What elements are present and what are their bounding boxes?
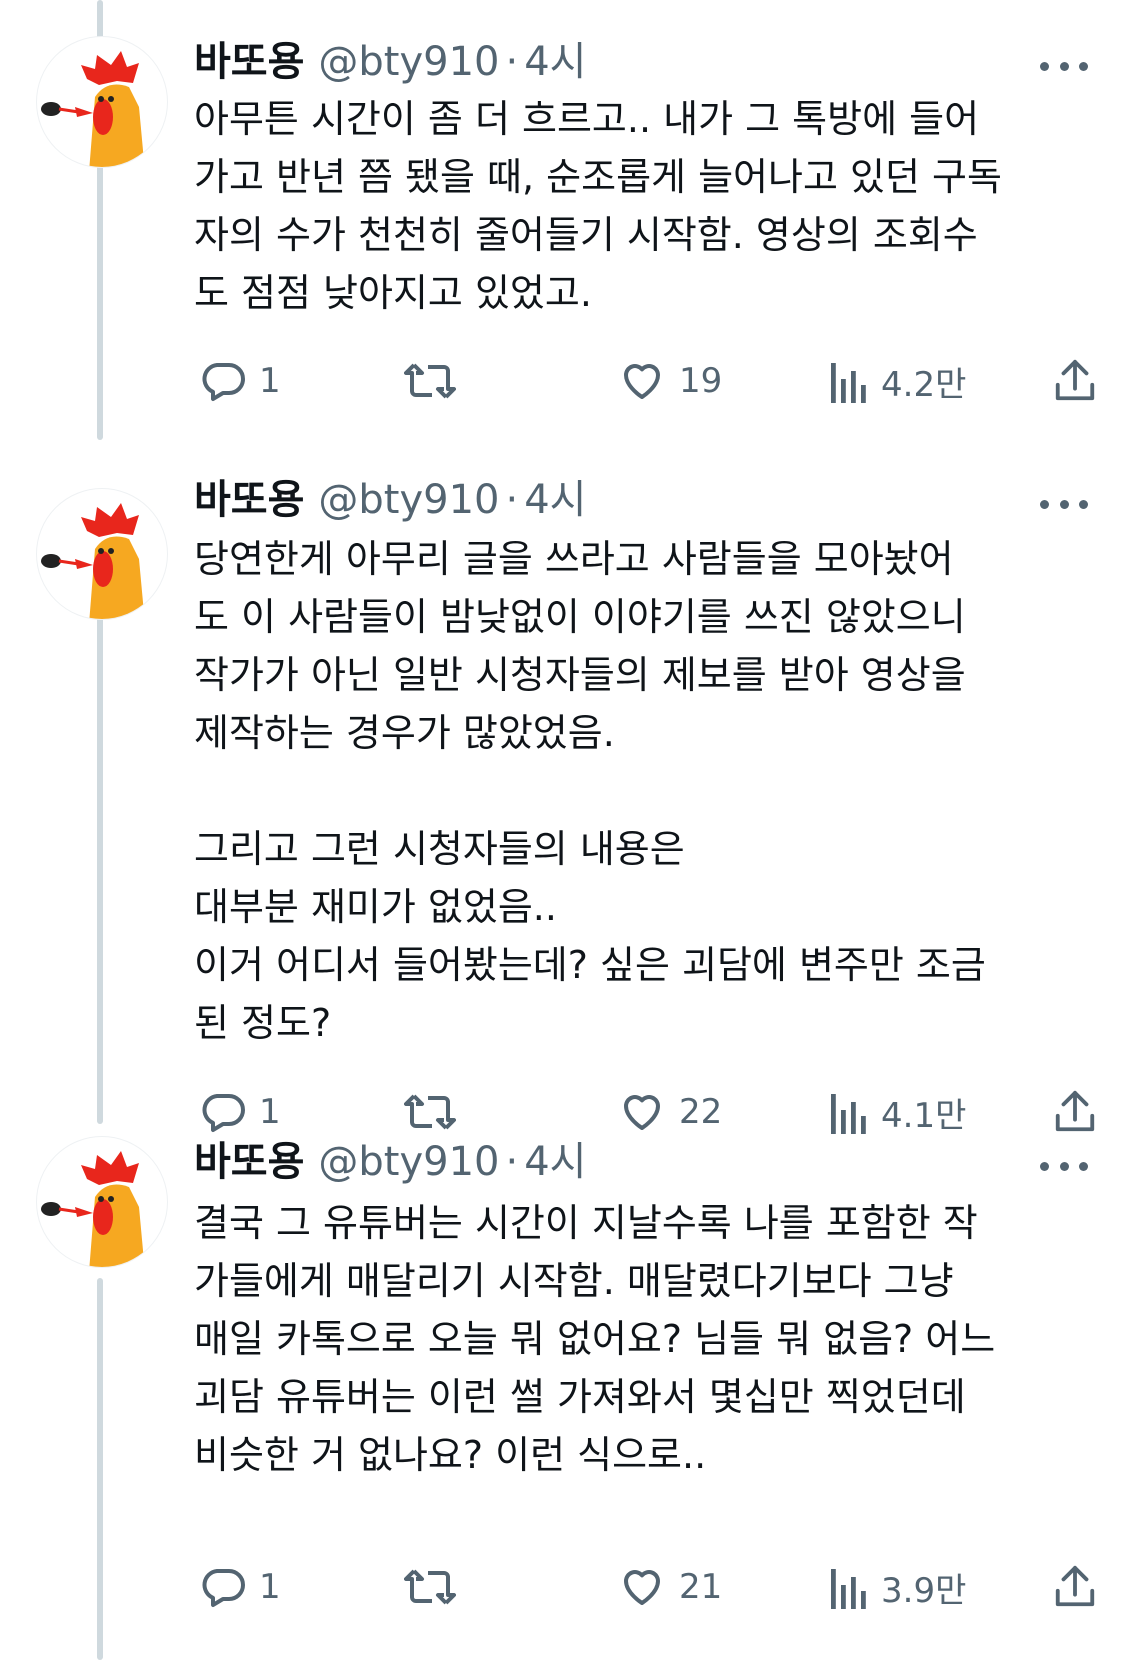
retweet-button[interactable]	[404, 351, 468, 411]
text-line: 대부분 재미가 없었음..	[194, 885, 557, 929]
reply-icon	[202, 363, 245, 401]
rooster-avatar-image	[41, 1151, 145, 1267]
text-line: 이거 어디서 들어봤는데? 싶은 괴담에 변주만 조금	[194, 943, 986, 987]
timestamp[interactable]: 4시	[524, 472, 586, 528]
display-name[interactable]: 바또용	[194, 472, 304, 528]
reply-count: 1	[259, 1567, 281, 1607]
text-line: 당연한게 아무리 글을 쓰라고 사람들을 모아놨어	[194, 537, 954, 581]
tweet-text: 아무튼 시간이 좀 더 흐르고.. 내가 그 톡방에 들어 가고 반년 쯤 됐을…	[194, 90, 1094, 322]
text-line: 결국 그 유튜버는 시간이 지날수록 나를 포함한 작	[194, 1201, 978, 1245]
text-line: 가고 반년 쯤 됐을 때, 순조롭게 늘어나고 있던 구독	[194, 155, 1002, 199]
timestamp[interactable]: 4시	[524, 34, 586, 90]
views-icon	[831, 1094, 866, 1134]
avatar[interactable]	[36, 1136, 168, 1268]
separator: ·	[505, 39, 519, 85]
retweet-icon	[404, 1094, 456, 1130]
like-count: 22	[679, 1092, 723, 1132]
thread-line	[97, 592, 103, 1124]
reply-button[interactable]: 1	[199, 351, 281, 411]
heart-icon	[624, 1570, 660, 1605]
user-handle[interactable]: @bty910	[318, 472, 499, 528]
retweet-icon	[404, 1569, 456, 1605]
retweet-icon	[404, 363, 456, 399]
tweet-header: 바또용 @bty910 · 4시	[194, 1134, 586, 1190]
text-line: 도 점점 낮아지고 있었고.	[194, 271, 592, 315]
timestamp[interactable]: 4시	[524, 1134, 586, 1190]
display-name[interactable]: 바또용	[194, 34, 304, 90]
reply-button[interactable]: 1	[199, 1557, 281, 1617]
share-icon	[1055, 1090, 1095, 1132]
text-line: 매일 카톡으로 오늘 뭐 없어요? 님들 뭐 없음? 어느	[194, 1317, 996, 1361]
action-bar: 1 21 3.9만	[0, 1557, 1125, 1617]
separator: ·	[505, 477, 519, 523]
text-line: 도 이 사람들이 밤낮없이 이야기를 쓰진 않았으니	[194, 595, 966, 639]
user-handle[interactable]: @bty910	[318, 1134, 499, 1190]
text-line: 그리고 그런 시청자들의 내용은	[194, 827, 685, 871]
reply-icon	[202, 1569, 245, 1607]
more-icon[interactable]	[1040, 1156, 1088, 1176]
text-line: 제작하는 경우가 많았었음.	[194, 711, 615, 755]
reply-count: 1	[259, 361, 281, 401]
reply-button[interactable]: 1	[199, 1082, 281, 1142]
tweet-text: 결국 그 유튜버는 시간이 지날수록 나를 포함한 작 가들에게 매달리기 시작…	[194, 1194, 1094, 1484]
views-button[interactable]: 3.9만	[829, 1557, 966, 1617]
avatar[interactable]	[36, 488, 168, 620]
rooster-avatar-image	[41, 503, 145, 619]
text-line: 가들에게 매달리기 시작함. 매달렸다기보다 그냥	[194, 1259, 954, 1303]
share-button[interactable]	[1052, 351, 1098, 411]
like-button[interactable]: 22	[617, 1082, 722, 1142]
views-button[interactable]: 4.1만	[829, 1082, 966, 1142]
heart-icon	[624, 364, 660, 399]
heart-icon	[624, 1095, 660, 1130]
text-line: 비슷한 거 없나요? 이런 식으로..	[194, 1433, 707, 1477]
display-name[interactable]: 바또용	[194, 1134, 304, 1190]
tweet-text: 당연한게 아무리 글을 쓰라고 사람들을 모아놨어 도 이 사람들이 밤낮없이 …	[194, 530, 1094, 1052]
text-line: 괴담 유튜버는 이런 썰 가져와서 몇십만 찍었던데	[194, 1375, 966, 1419]
reply-icon	[202, 1094, 245, 1132]
text-line: 작가가 아닌 일반 시청자들의 제보를 받아 영상을	[194, 653, 966, 697]
rooster-avatar-image	[41, 51, 145, 167]
separator: ·	[505, 1139, 519, 1185]
text-line: 자의 수가 천천히 줄어들기 시작함. 영상의 조회수	[194, 213, 978, 257]
text-line: 된 정도?	[194, 1001, 332, 1045]
text-line: 아무튼 시간이 좀 더 흐르고.. 내가 그 톡방에 들어	[194, 97, 980, 141]
user-handle[interactable]: @bty910	[318, 34, 499, 90]
more-icon[interactable]	[1040, 494, 1088, 514]
action-bar: 1 22 4.1만	[0, 1082, 1125, 1142]
like-count: 19	[679, 361, 723, 401]
views-icon	[831, 1569, 866, 1609]
reply-count: 1	[259, 1092, 281, 1132]
share-icon	[1055, 1565, 1095, 1607]
like-button[interactable]: 21	[617, 1557, 722, 1617]
tweet-header: 바또용 @bty910 · 4시	[194, 472, 586, 528]
action-bar: 1 19 4.2만	[0, 351, 1125, 411]
retweet-button[interactable]	[404, 1557, 468, 1617]
like-button[interactable]: 19	[617, 351, 722, 411]
like-count: 21	[679, 1567, 723, 1607]
share-button[interactable]	[1052, 1082, 1098, 1142]
views-icon	[831, 363, 866, 403]
views-button[interactable]: 4.2만	[829, 351, 966, 411]
view-count: 3.9만	[881, 1570, 967, 1611]
view-count: 4.2만	[881, 364, 967, 405]
share-icon	[1055, 359, 1095, 401]
tweet-header: 바또용 @bty910 · 4시	[194, 34, 586, 90]
share-button[interactable]	[1052, 1557, 1098, 1617]
view-count: 4.1만	[881, 1095, 967, 1136]
avatar[interactable]	[36, 36, 168, 168]
more-icon[interactable]	[1040, 56, 1088, 76]
retweet-button[interactable]	[404, 1082, 468, 1142]
